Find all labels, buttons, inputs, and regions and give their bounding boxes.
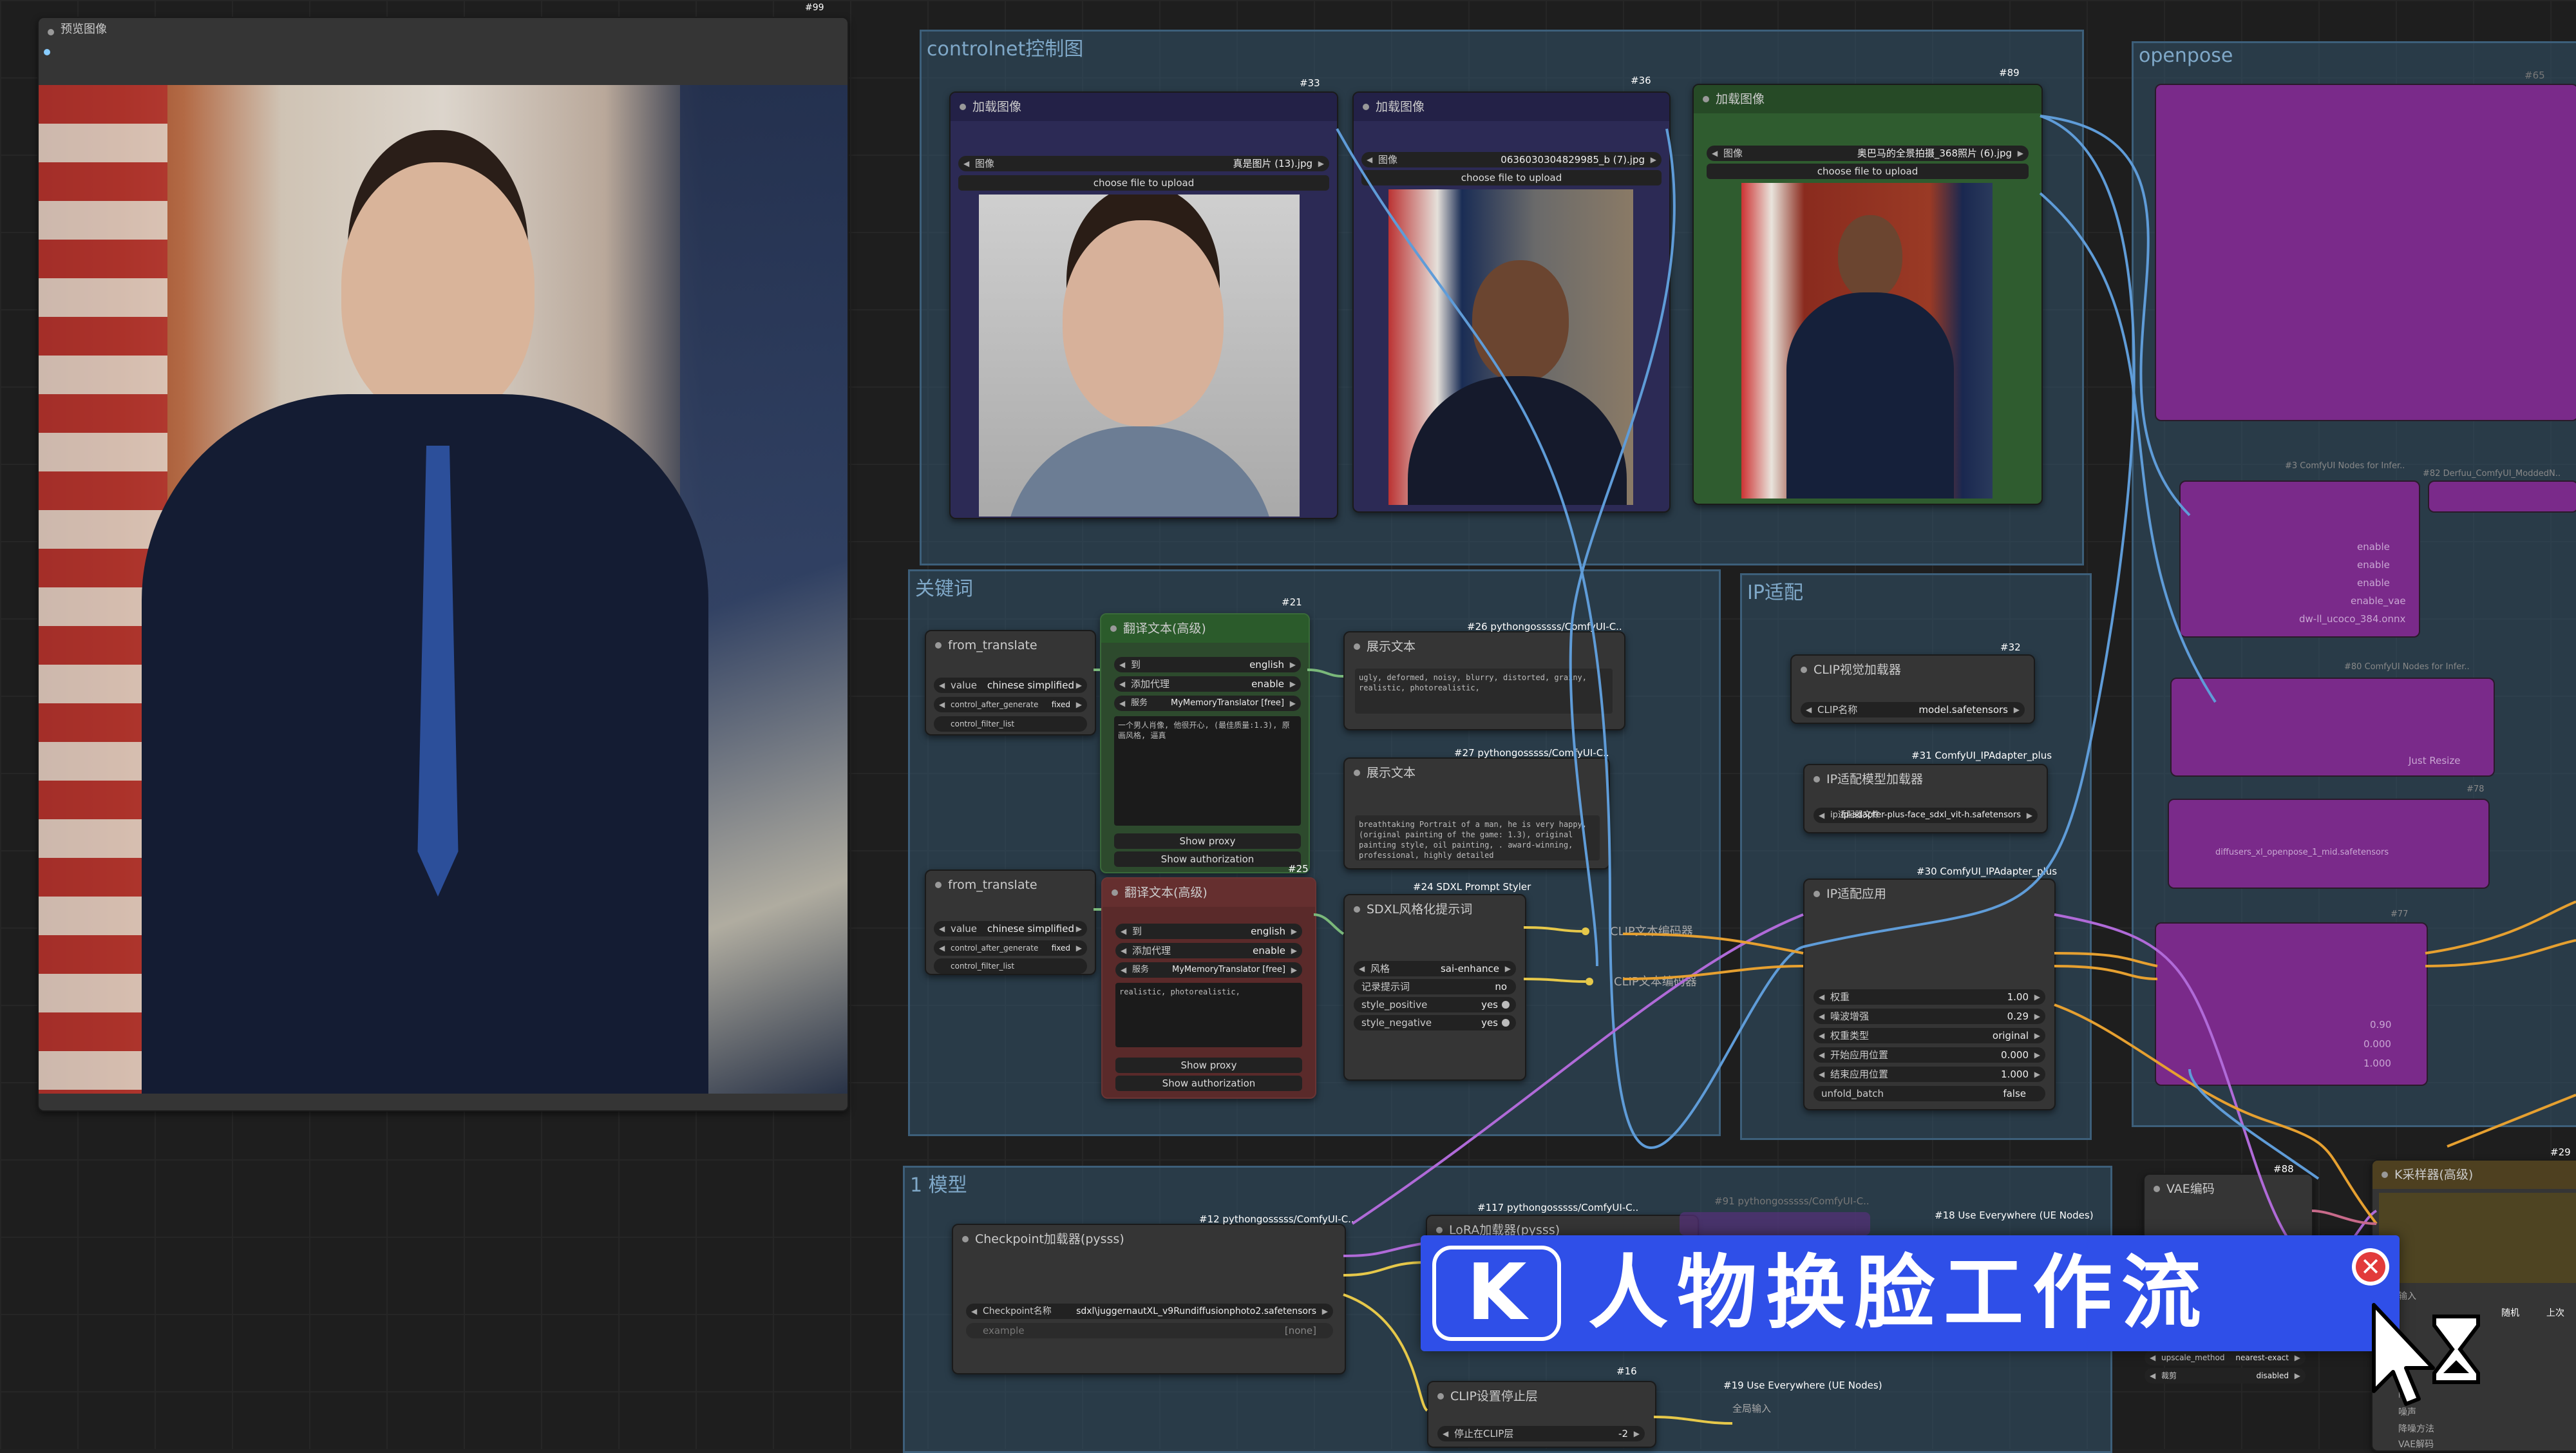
banner-title: 人物换脸工作流 — [1588, 1247, 2211, 1340]
close-icon[interactable]: ✕ — [2352, 1248, 2389, 1286]
connection-wires — [1094, 115, 2576, 1425]
title-banner: K 人物换脸工作流 — [1421, 1235, 2400, 1351]
brand-logo-icon: K — [1432, 1246, 1561, 1341]
brand-logo-letter: K — [1466, 1248, 1527, 1338]
hourglass-icon — [2432, 1315, 2480, 1384]
